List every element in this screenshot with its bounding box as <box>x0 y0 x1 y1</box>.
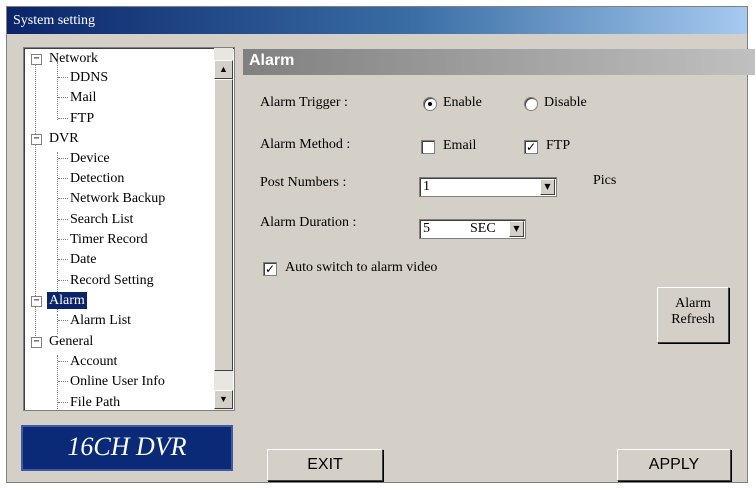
post-numbers-unit: Pics <box>593 173 617 188</box>
collapse-icon[interactable]: − <box>31 54 42 65</box>
tree-item-alarm-list[interactable]: Alarm List <box>70 312 131 329</box>
alarm-duration-value: 5 <box>423 221 430 236</box>
tree-item-alarm[interactable]: Alarm <box>47 292 87 309</box>
alarm-method-label: Alarm Method : <box>260 137 351 152</box>
tree-connector <box>58 361 68 362</box>
tree-branch-line <box>57 152 58 312</box>
tree-connector <box>58 118 68 119</box>
tree-connector <box>58 280 68 281</box>
auto-switch-label: Auto switch to alarm video <box>285 260 438 275</box>
enable-label: Enable <box>443 95 482 110</box>
settings-tree: − Network DDNS Mail FTP − DVR Device Det… <box>23 47 235 411</box>
chevron-down-icon[interactable]: ▼ <box>509 221 524 237</box>
tree-item-search-list[interactable]: Search List <box>70 211 133 228</box>
tree-connector <box>58 259 68 260</box>
tree-connector <box>58 381 68 382</box>
collapse-icon[interactable]: − <box>31 296 42 307</box>
tree-item-timer-record[interactable]: Timer Record <box>70 231 148 248</box>
alarm-trigger-label: Alarm Trigger : <box>260 95 348 110</box>
scroll-down-icon[interactable]: ▼ <box>214 390 233 409</box>
email-checkbox[interactable] <box>421 140 435 154</box>
ftp-checkbox[interactable]: ✓ <box>524 140 538 154</box>
ftp-label: FTP <box>546 138 571 153</box>
tree-item-online-user-info[interactable]: Online User Info <box>70 373 165 390</box>
tree-connector <box>58 219 68 220</box>
tree-connector <box>58 77 68 78</box>
tree-item-ddns[interactable]: DDNS <box>70 69 108 86</box>
tree-branch-line <box>57 314 58 334</box>
scroll-up-icon[interactable]: ▲ <box>214 60 233 79</box>
tree-connector <box>58 158 68 159</box>
alarm-refresh-line2: Refresh <box>671 312 715 327</box>
alarm-refresh-button[interactable]: Alarm Refresh <box>657 287 729 343</box>
tree-connector <box>58 198 68 199</box>
post-numbers-select[interactable]: 1 ▼ <box>419 177 557 197</box>
title-bar: System setting <box>7 7 747 34</box>
post-numbers-value: 1 <box>423 179 430 194</box>
tree-item-ftp[interactable]: FTP <box>70 110 94 127</box>
alarm-duration-unit: SEC <box>470 221 496 236</box>
collapse-icon[interactable]: − <box>31 134 42 145</box>
alarm-duration-select[interactable]: 5 SEC ▼ <box>419 219 526 239</box>
tree-connector <box>58 97 68 98</box>
apply-button[interactable]: APPLY <box>617 449 731 481</box>
tree-scrollbar[interactable]: ▲ ▼ <box>214 48 233 410</box>
chevron-down-icon[interactable]: ▼ <box>540 179 555 195</box>
tree-item-date[interactable]: Date <box>70 251 96 268</box>
panel-title: Alarm <box>249 52 295 69</box>
email-label: Email <box>443 138 477 153</box>
disable-label: Disable <box>544 95 587 110</box>
window-title: System setting <box>13 13 96 28</box>
tree-item-mail[interactable]: Mail <box>70 89 96 106</box>
system-setting-window: System setting − Network DDNS Mail FTP −… <box>6 6 755 483</box>
tree-connector <box>58 320 68 321</box>
dvr-logo: 16CH DVR <box>21 425 233 471</box>
tree-item-network[interactable]: Network <box>49 50 98 67</box>
panel-header: Alarm <box>243 49 755 75</box>
exit-button[interactable]: EXIT <box>267 449 383 481</box>
alarm-refresh-line1: Alarm <box>675 296 711 311</box>
tree-item-device[interactable]: Device <box>70 150 110 167</box>
collapse-icon[interactable]: − <box>31 337 42 348</box>
tree-item-detection[interactable]: Detection <box>70 170 124 187</box>
tree-item-network-backup[interactable]: Network Backup <box>70 190 165 207</box>
enable-radio[interactable] <box>423 97 437 111</box>
alarm-duration-label: Alarm Duration : <box>260 215 357 230</box>
tree-connector <box>58 402 68 403</box>
tree-item-file-path[interactable]: File Path <box>70 394 120 410</box>
tree-item-record-setting[interactable]: Record Setting <box>70 272 154 289</box>
post-numbers-label: Post Numbers : <box>260 175 347 190</box>
tree-connector <box>58 239 68 240</box>
disable-radio[interactable] <box>524 97 538 111</box>
tree-item-general[interactable]: General <box>49 333 93 350</box>
tree-connector <box>58 178 68 179</box>
scroll-thumb[interactable] <box>214 79 233 371</box>
tree-item-account[interactable]: Account <box>70 353 117 370</box>
tree-branch-line <box>57 62 58 120</box>
tree-item-dvr[interactable]: DVR <box>49 130 79 147</box>
auto-switch-checkbox[interactable]: ✓ <box>263 262 277 276</box>
